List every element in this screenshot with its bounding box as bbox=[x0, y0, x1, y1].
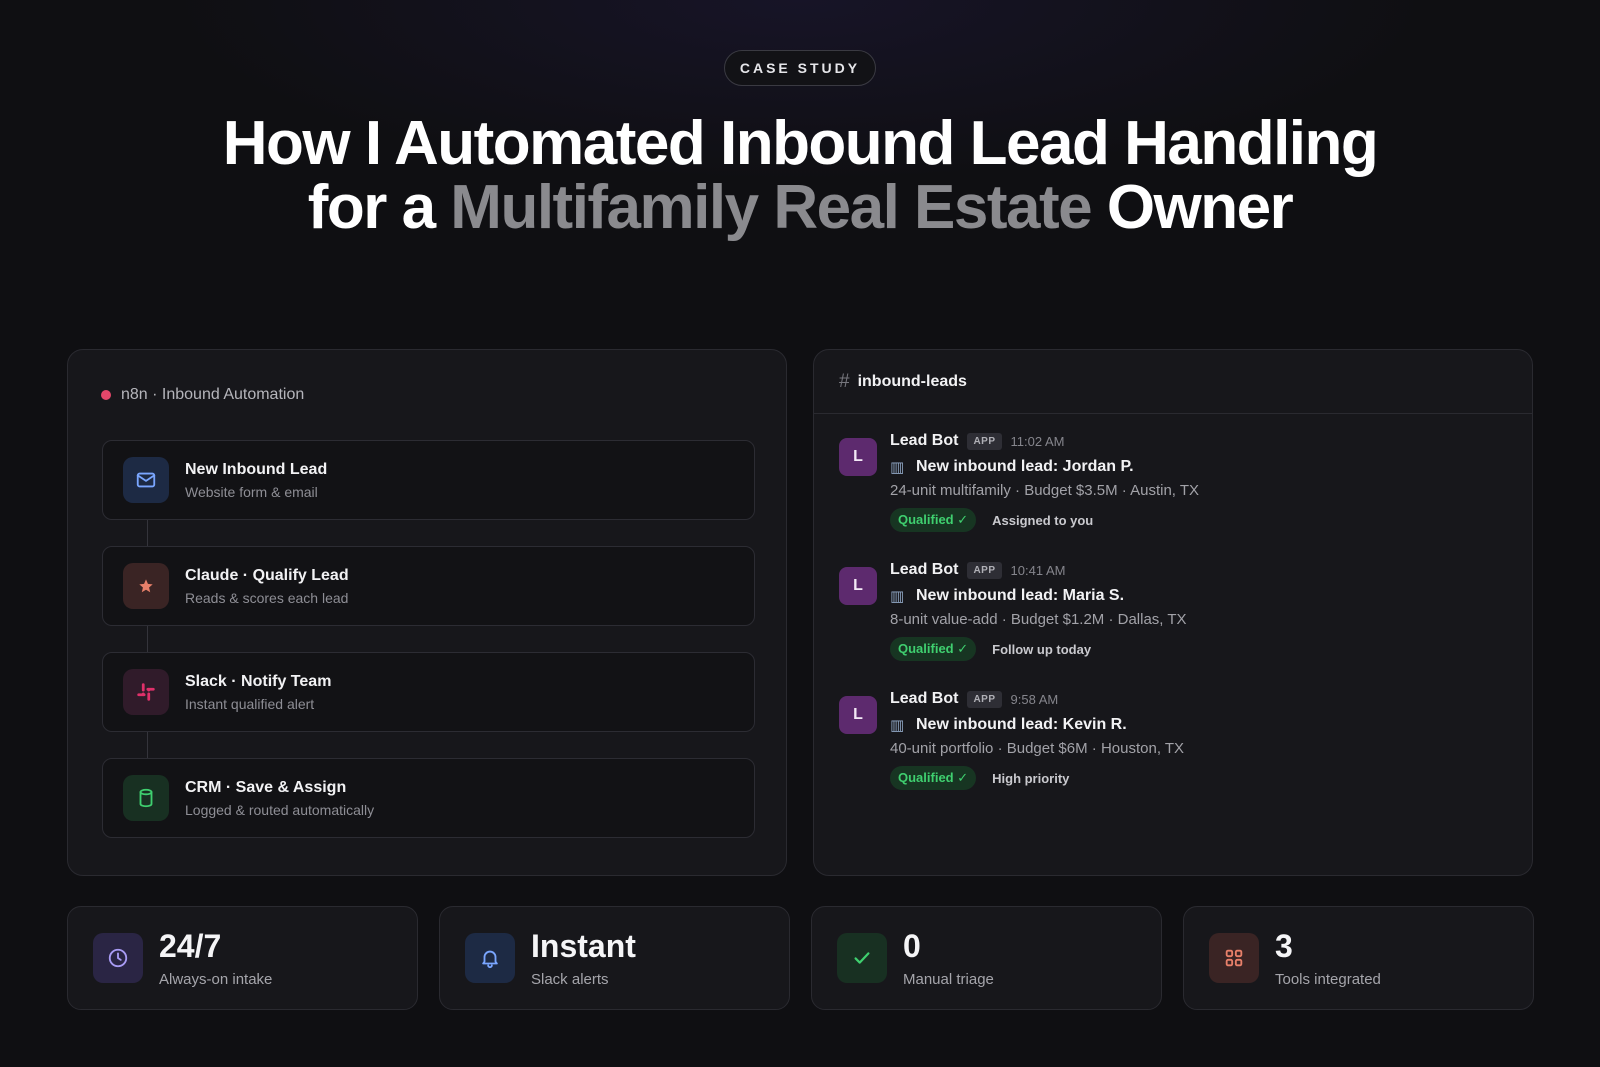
workflow-step-qualify[interactable]: Claude · Qualify Lead Reads & scores eac… bbox=[102, 546, 755, 626]
avatar: L bbox=[839, 696, 877, 734]
step-title: CRM · Save & Assign bbox=[185, 778, 347, 796]
message-details: 40-unit portfolio · Budget $6M · Houston… bbox=[890, 740, 1185, 757]
mail-icon bbox=[123, 457, 169, 503]
title-line-2-highlight: Multifamily Real Estate bbox=[450, 173, 1092, 242]
message-details: 8-unit value-add · Budget $1.2M · Dallas… bbox=[890, 611, 1187, 628]
slack-icon bbox=[123, 669, 169, 715]
bot-name: Lead Bot bbox=[890, 690, 959, 707]
title-line-2-pre: for a bbox=[307, 173, 451, 242]
title-line-2-post: Owner bbox=[1091, 173, 1294, 242]
app-badge: APP bbox=[967, 561, 1002, 579]
message-time: 10:41 AM bbox=[1010, 562, 1066, 578]
step-connector bbox=[147, 626, 148, 652]
app-badge: APP bbox=[967, 432, 1002, 450]
qualified-badge: Qualified ✓ bbox=[890, 766, 977, 790]
step-subtitle: Logged & routed automatically bbox=[185, 801, 375, 818]
qualified-badge: Qualified ✓ bbox=[890, 508, 977, 532]
stat-label: Slack alerts bbox=[531, 970, 609, 988]
message-tag: Follow up today bbox=[992, 641, 1092, 657]
stat-card-intake: 24/7 Always-on intake bbox=[67, 906, 418, 1010]
stat-value: 0 bbox=[903, 927, 921, 964]
check-icon bbox=[837, 933, 887, 983]
channel-header[interactable]: # inbound-leads bbox=[814, 350, 1532, 414]
stat-label: Manual triage bbox=[903, 970, 994, 988]
grid-icon bbox=[1209, 933, 1259, 983]
workflow-step-new-lead[interactable]: New Inbound Lead Website form & email bbox=[102, 440, 755, 520]
step-connector bbox=[147, 732, 148, 758]
message-headline: New inbound lead: Maria S. bbox=[916, 587, 1125, 604]
step-subtitle: Website form & email bbox=[185, 483, 318, 500]
step-subtitle: Reads & scores each lead bbox=[185, 589, 349, 606]
stat-card-tools: 3 Tools integrated bbox=[1183, 906, 1534, 1010]
hash-icon: # bbox=[839, 370, 850, 392]
bot-name: Lead Bot bbox=[890, 432, 959, 449]
message-time: 11:02 AM bbox=[1010, 433, 1065, 449]
stat-label: Tools integrated bbox=[1275, 970, 1381, 988]
star-icon bbox=[123, 563, 169, 609]
avatar: L bbox=[839, 438, 877, 476]
page-title: How I Automated Inbound Lead Handling fo… bbox=[0, 112, 1600, 240]
workflow-step-crm[interactable]: CRM · Save & Assign Logged & routed auto… bbox=[102, 758, 755, 838]
bot-name: Lead Bot bbox=[890, 561, 959, 578]
step-title: Claude · Qualify Lead bbox=[185, 566, 349, 584]
message-tag: High priority bbox=[992, 770, 1070, 786]
stat-value: Instant bbox=[531, 927, 636, 964]
step-subtitle: Instant qualified alert bbox=[185, 695, 315, 712]
stat-value: 3 bbox=[1275, 927, 1293, 964]
app-badge: APP bbox=[967, 690, 1002, 708]
stat-card-triage: 0 Manual triage bbox=[811, 906, 1162, 1010]
workflow-card: n8n · Inbound Automation New Inbound Lea… bbox=[67, 349, 787, 876]
workflow-title: n8n · Inbound Automation bbox=[121, 386, 305, 403]
stat-card-alerts: Instant Slack alerts bbox=[439, 906, 790, 1010]
qualified-badge: Qualified ✓ bbox=[890, 637, 977, 661]
step-title: Slack · Notify Team bbox=[185, 672, 332, 690]
bell-icon bbox=[465, 933, 515, 983]
message-tag: Assigned to you bbox=[992, 512, 1094, 528]
channel-name: inbound-leads bbox=[857, 372, 967, 390]
message-headline: New inbound lead: Jordan P. bbox=[916, 458, 1134, 475]
slack-channel-card: # inbound-leads L Lead Bot APP 11:02 AM … bbox=[813, 349, 1533, 876]
stat-label: Always-on intake bbox=[159, 970, 273, 988]
workflow-step-slack[interactable]: Slack · Notify Team Instant qualified al… bbox=[102, 652, 755, 732]
database-icon bbox=[123, 775, 169, 821]
case-study-pill: CASE STUDY bbox=[724, 50, 876, 86]
status-dot bbox=[101, 390, 111, 400]
stat-value: 24/7 bbox=[159, 927, 222, 964]
title-line-1: How I Automated Inbound Lead Handling bbox=[222, 109, 1379, 178]
building-icon: ▥ bbox=[890, 588, 905, 605]
workflow-header: n8n · Inbound Automation bbox=[101, 386, 304, 404]
step-connector bbox=[147, 520, 148, 546]
building-icon: ▥ bbox=[890, 459, 905, 476]
avatar: L bbox=[839, 567, 877, 605]
step-title: New Inbound Lead bbox=[185, 460, 328, 478]
clock-icon bbox=[93, 933, 143, 983]
message-details: 24-unit multifamily · Budget $3.5M · Aus… bbox=[890, 482, 1200, 499]
message-headline: New inbound lead: Kevin R. bbox=[916, 716, 1127, 733]
building-icon: ▥ bbox=[890, 717, 905, 734]
message-time: 9:58 AM bbox=[1010, 691, 1059, 707]
